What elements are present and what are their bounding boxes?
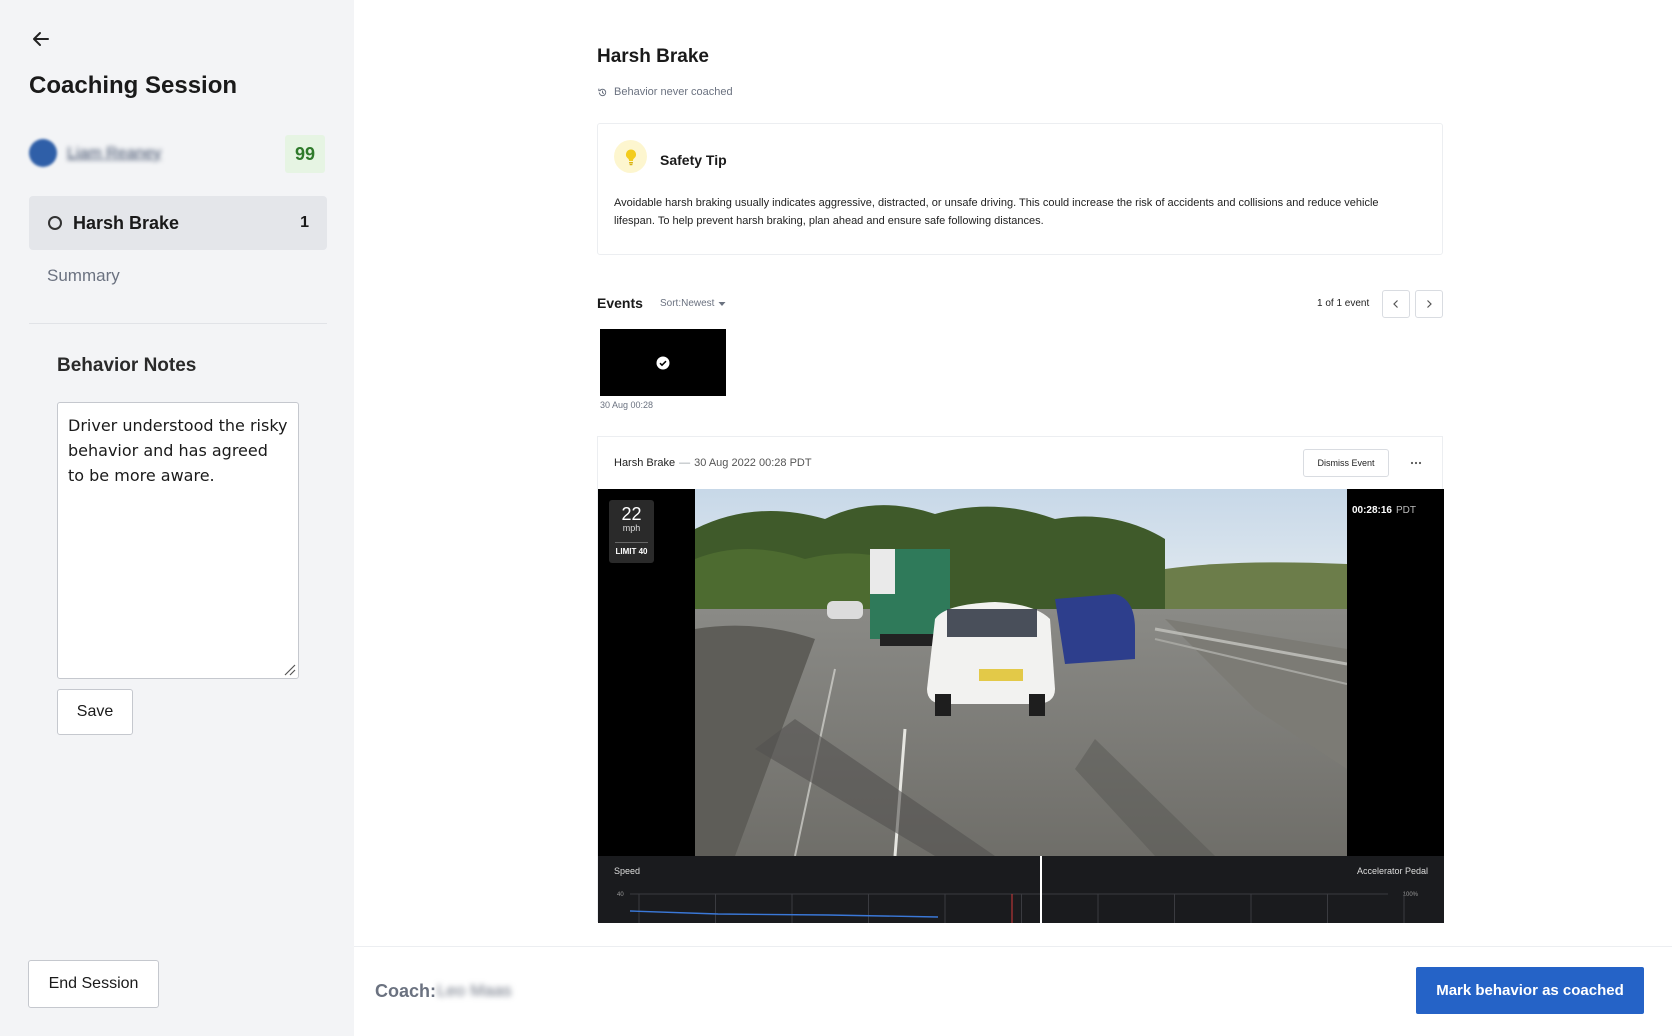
speed-series-line xyxy=(629,910,939,918)
sidebar-item-count: 1 xyxy=(300,214,309,231)
behavior-notes-input[interactable]: Driver understood the risky behavior and… xyxy=(57,402,299,679)
main-content: Harsh Brake Behavior never coached Safet… xyxy=(354,0,1672,1036)
safety-tip-title: Safety Tip xyxy=(660,152,727,168)
caret-down-icon xyxy=(718,301,726,306)
coach-label: Coach: xyxy=(375,981,437,1001)
graph-plot-area xyxy=(629,856,1405,923)
end-session-button[interactable]: End Session xyxy=(28,960,159,1008)
footer-bar: Coach: Leo Maas Mark behavior as coached xyxy=(354,946,1672,1036)
save-notes-button[interactable]: Save xyxy=(57,689,133,735)
chevron-left-icon xyxy=(1393,300,1398,308)
chevron-right-icon xyxy=(1427,300,1432,308)
speed-unit: mph xyxy=(622,523,641,533)
driver-row[interactable]: Liam Reaney 99 xyxy=(29,133,325,177)
video-timezone: PDT xyxy=(1396,505,1416,516)
speed-limit: LIMIT 40 xyxy=(615,542,648,556)
safety-score-badge: 99 xyxy=(285,135,325,173)
video-timestamp: 00:28:16 PDT xyxy=(1352,505,1416,516)
current-speed: 22 xyxy=(621,504,642,524)
more-options-button[interactable] xyxy=(1404,451,1428,475)
page-title: Coaching Session xyxy=(29,72,238,99)
safety-tip-card: Safety Tip Avoidable harsh braking usual… xyxy=(597,123,1443,255)
sidebar: Coaching Session Liam Reaney 99 Harsh Br… xyxy=(0,0,354,1036)
event-pager-text: 1 of 1 event xyxy=(1317,298,1370,309)
event-header-separator: — xyxy=(679,457,691,469)
previous-event-button[interactable] xyxy=(1382,290,1410,318)
avatar xyxy=(29,139,57,167)
coached-status-text: Behavior never coached xyxy=(614,86,733,98)
event-thumbnail[interactable] xyxy=(600,329,726,396)
event-timestamp: 30 Aug 2022 00:28 PDT xyxy=(694,457,812,469)
check-circle-icon xyxy=(656,356,670,369)
event-video-player[interactable]: 22 mph LIMIT 40 00:28:16 PDT xyxy=(598,489,1444,856)
resize-handle-icon[interactable] xyxy=(282,662,296,676)
safety-tip-text: Avoidable harsh braking usually indicate… xyxy=(614,197,1379,227)
event-thumbnail-date: 30 Aug 00:28 xyxy=(600,400,654,410)
speed-overlay: 22 mph LIMIT 40 xyxy=(609,500,654,563)
divider xyxy=(29,323,327,324)
telemetry-graph[interactable]: Speed Accelerator Pedal 40 100% xyxy=(598,856,1444,923)
sidebar-item-label: Harsh Brake xyxy=(73,213,180,233)
behavior-title: Harsh Brake xyxy=(597,46,709,67)
history-icon xyxy=(598,88,607,96)
sort-dropdown-label: Sort:Newest xyxy=(660,298,715,309)
circle-status-icon xyxy=(48,216,62,230)
back-button[interactable] xyxy=(28,26,54,52)
event-header: Harsh Brake —30 Aug 2022 00:28 PDT xyxy=(614,457,812,469)
mark-coached-button[interactable]: Mark behavior as coached xyxy=(1416,967,1644,1014)
behavior-notes-heading: Behavior Notes xyxy=(57,355,197,376)
sort-dropdown[interactable]: Sort:Newest xyxy=(660,298,726,309)
coach-name: Leo Maas xyxy=(437,981,512,1000)
more-horizontal-icon xyxy=(1410,461,1422,465)
coached-status: Behavior never coached xyxy=(597,86,733,98)
next-event-button[interactable] xyxy=(1415,290,1443,318)
events-heading: Events xyxy=(597,295,643,311)
dismiss-event-button[interactable]: Dismiss Event xyxy=(1303,449,1389,477)
sidebar-item-summary[interactable]: Summary xyxy=(47,266,120,286)
arrow-left-icon xyxy=(33,32,49,46)
event-detail-card: Harsh Brake —30 Aug 2022 00:28 PDT Dismis… xyxy=(597,436,1444,923)
sidebar-item-harsh-brake[interactable]: Harsh Brake 1 xyxy=(29,196,327,250)
event-type: Harsh Brake xyxy=(614,457,676,469)
driver-name[interactable]: Liam Reaney xyxy=(67,145,161,163)
video-time: 00:28:16 xyxy=(1351,505,1392,516)
dashcam-video-frame xyxy=(695,489,1347,856)
lightbulb-icon xyxy=(614,140,647,173)
